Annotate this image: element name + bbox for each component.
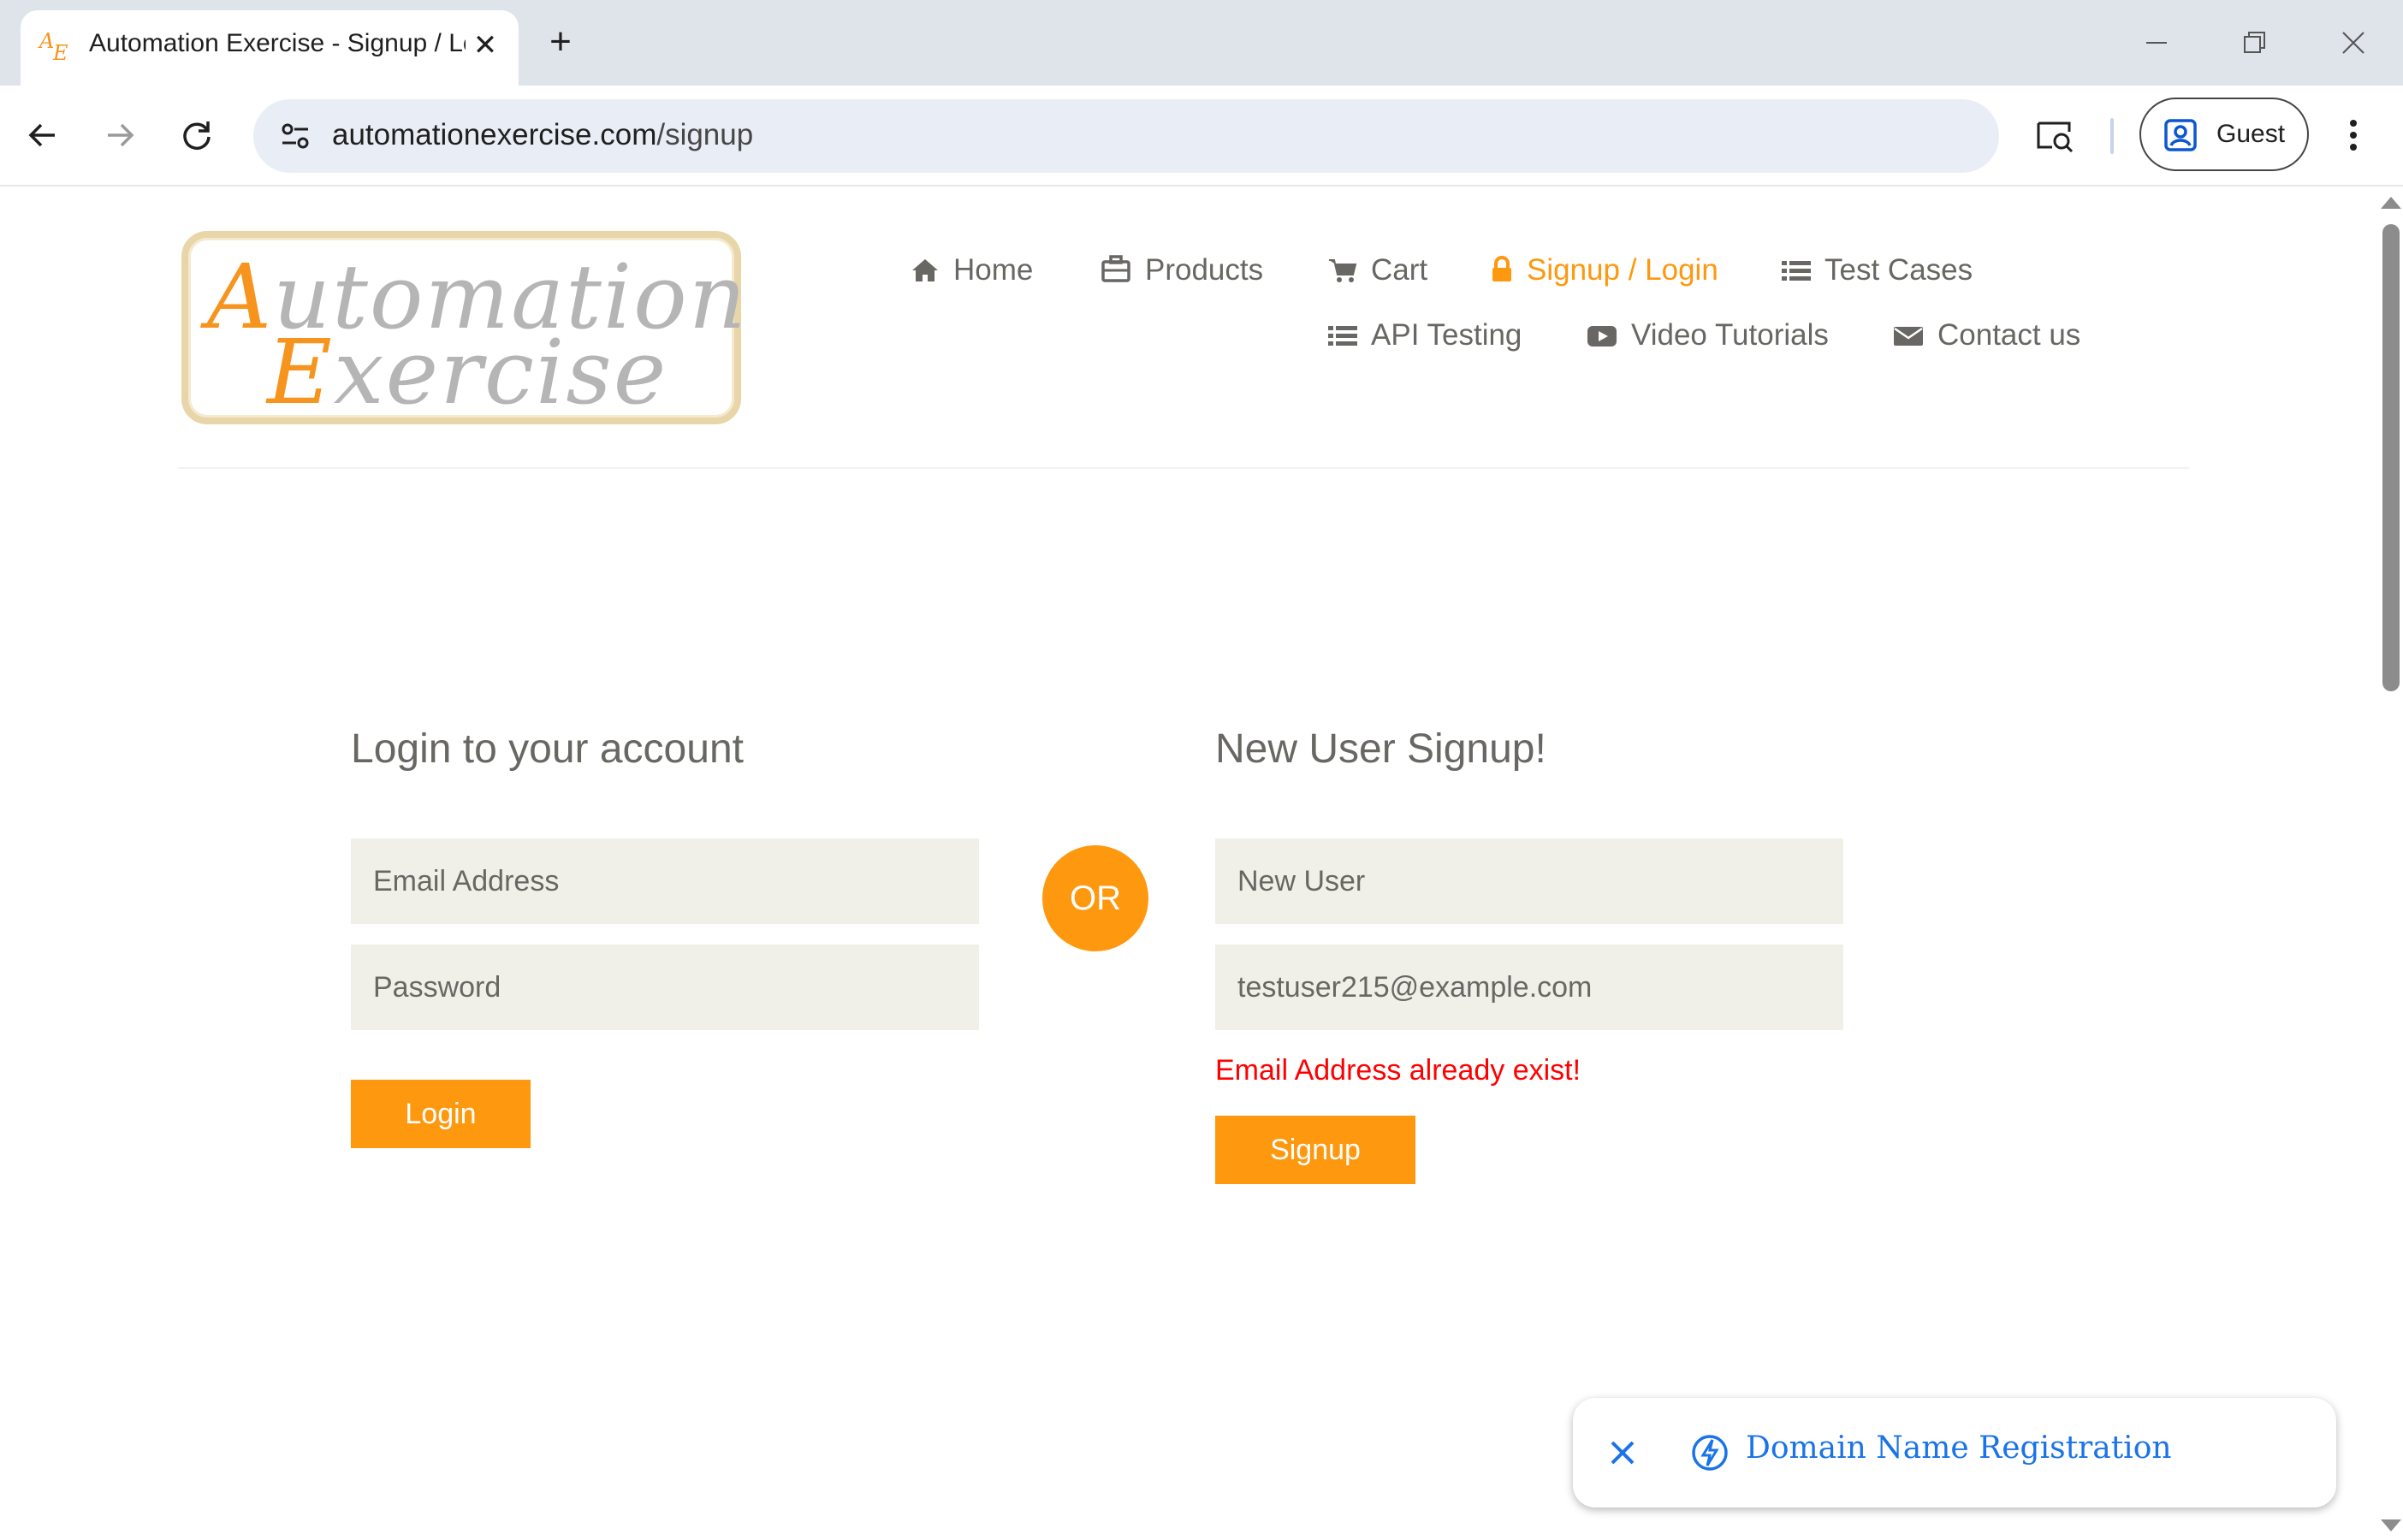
profile-button[interactable]: Guest xyxy=(2139,98,2309,171)
kebab-menu-icon[interactable] xyxy=(2336,111,2370,159)
new-tab-icon[interactable]: + xyxy=(541,22,580,62)
nav-contact-us[interactable]: Contact us xyxy=(1893,318,2080,352)
nav-home[interactable]: Home xyxy=(911,253,1033,287)
nav-products-label: Products xyxy=(1145,253,1264,287)
signup-email-input[interactable] xyxy=(1215,945,1843,1030)
signup-heading: New User Signup! xyxy=(1215,726,1546,772)
minimize-icon[interactable] xyxy=(2138,24,2175,62)
page-viewport: Automation Exercise Home Products Cart S… xyxy=(0,187,2376,1540)
logo-line-2: Exercise xyxy=(267,320,668,424)
envelope-icon xyxy=(1894,327,1923,346)
forward-arrow-icon[interactable] xyxy=(96,111,144,159)
reload-icon[interactable] xyxy=(173,111,221,159)
login-password-input[interactable] xyxy=(351,945,979,1030)
list-icon xyxy=(1328,326,1357,346)
browser-toolbar: automationexercise.com/signup Guest xyxy=(0,86,2403,187)
nav-api-testing-label: API Testing xyxy=(1371,318,1522,352)
browser-tab-active[interactable]: A E Automation Exercise - Signup / Login… xyxy=(21,10,519,86)
profile-icon xyxy=(2164,119,2197,151)
login-heading: Login to your account xyxy=(351,726,744,772)
nav-products[interactable]: Products xyxy=(1101,253,1263,287)
cart-icon xyxy=(1329,259,1357,282)
header-divider xyxy=(178,467,2189,469)
favicon-letter-a: A xyxy=(39,29,55,53)
nav-signup-login-label: Signup / Login xyxy=(1527,253,1718,287)
signup-name-input[interactable] xyxy=(1215,838,1843,924)
or-divider-badge: OR xyxy=(1042,845,1148,951)
toolbar-divider xyxy=(2110,118,2114,154)
tab-strip: A E Automation Exercise - Signup / Login… xyxy=(0,0,2403,86)
tab-title: Automation Exercise - Signup / Login xyxy=(89,29,466,57)
signup-error-message: Email Address already exist! xyxy=(1215,1054,1581,1087)
scroll-down-arrow-icon[interactable] xyxy=(2381,1519,2401,1531)
lightning-bolt-icon xyxy=(1692,1435,1728,1471)
logo-rest-2: xercise xyxy=(333,320,668,424)
url-text: automationexercise.com/signup xyxy=(332,118,753,152)
home-icon xyxy=(912,259,938,281)
lock-icon xyxy=(1492,256,1511,281)
logo-cap-e: E xyxy=(267,320,334,424)
favicon-icon: A E xyxy=(38,29,72,67)
back-arrow-icon[interactable] xyxy=(19,111,67,159)
list-icon xyxy=(1782,261,1811,281)
ad-close-icon[interactable] xyxy=(1602,1432,1643,1473)
ad-link-text[interactable]: Domain Name Registration xyxy=(1746,1430,2172,1466)
nav-contact-us-label: Contact us xyxy=(1937,318,2081,352)
nav-home-label: Home xyxy=(953,253,1034,287)
nav-video-tutorials[interactable]: Video Tutorials xyxy=(1587,318,1829,352)
nav-test-cases[interactable]: Test Cases xyxy=(1782,253,1973,287)
url-host: automationexercise.com xyxy=(332,118,657,151)
briefcase-icon xyxy=(1101,255,1130,282)
nav-video-tutorials-label: Video Tutorials xyxy=(1631,318,1829,352)
domain-registration-ad[interactable]: Domain Name Registration xyxy=(1573,1398,2336,1507)
scroll-thumb[interactable] xyxy=(2382,224,2400,691)
login-email-input[interactable] xyxy=(351,838,979,924)
nav-signup-login[interactable]: Signup / Login xyxy=(1491,253,1718,287)
logo-cap-a: A xyxy=(207,245,274,349)
window-close-icon[interactable] xyxy=(2335,24,2372,62)
site-logo[interactable]: Automation Exercise xyxy=(181,231,746,424)
screen-search-icon[interactable] xyxy=(2032,113,2078,159)
url-path: /signup xyxy=(656,118,754,151)
nav-cart[interactable]: Cart xyxy=(1328,253,1427,287)
site-info-icon[interactable] xyxy=(274,115,317,157)
page-scrollbar[interactable] xyxy=(2376,187,2403,1540)
restore-icon[interactable] xyxy=(2235,24,2273,62)
nav-cart-label: Cart xyxy=(1371,253,1428,287)
scroll-up-arrow-icon[interactable] xyxy=(2381,197,2401,209)
login-button[interactable]: Login xyxy=(351,1080,531,1148)
signup-button[interactable]: Signup xyxy=(1215,1116,1415,1184)
nav-test-cases-label: Test Cases xyxy=(1824,253,1973,287)
nav-api-testing[interactable]: API Testing xyxy=(1328,318,1522,352)
tab-close-icon[interactable]: ✕ xyxy=(466,26,505,65)
profile-label: Guest xyxy=(2216,120,2286,148)
address-bar[interactable]: automationexercise.com/signup xyxy=(253,99,1999,173)
favicon-letter-e: E xyxy=(53,41,68,65)
youtube-play-icon xyxy=(1587,326,1617,346)
